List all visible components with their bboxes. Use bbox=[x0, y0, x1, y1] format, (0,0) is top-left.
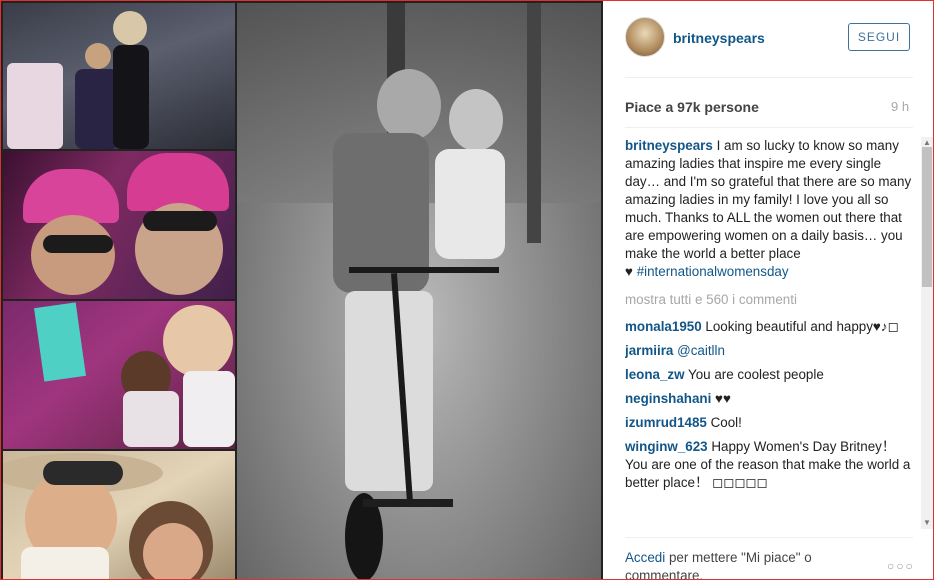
comment-text: ♥♥ bbox=[715, 391, 731, 406]
comment-username[interactable]: izumrud1485 bbox=[625, 415, 707, 430]
scroll-down-icon[interactable]: ▼ bbox=[923, 518, 931, 527]
comment-text[interactable]: @caitlln bbox=[677, 343, 725, 358]
comment-username[interactable]: winginw_623 bbox=[625, 439, 708, 454]
comment-item: neginshahani ♥♥ bbox=[625, 390, 919, 408]
scroll-up-icon[interactable]: ▲ bbox=[923, 138, 931, 147]
divider bbox=[625, 77, 913, 78]
post-username[interactable]: britneyspears bbox=[673, 30, 765, 46]
collage-photo-sunhat bbox=[3, 451, 235, 579]
comment-username[interactable]: monala1950 bbox=[625, 319, 702, 334]
view-all-comments-link[interactable]: mostra tutti e 560 i commenti bbox=[625, 291, 919, 309]
comment-item: jarmiira @caitlln bbox=[625, 342, 919, 360]
caption-text: I am so lucky to know so many amazing la… bbox=[625, 138, 912, 261]
divider bbox=[625, 127, 913, 128]
post-photo-collage[interactable] bbox=[1, 1, 603, 579]
post-sidebar: britneyspears SEGUI Piace a 97k persone … bbox=[603, 1, 933, 579]
post-timestamp[interactable]: 9 h bbox=[891, 99, 909, 114]
post-header: britneyspears SEGUI bbox=[625, 17, 915, 61]
comment-username[interactable]: jarmiira bbox=[625, 343, 673, 358]
likes-count[interactable]: Piace a 97k persone bbox=[625, 99, 759, 115]
follow-button[interactable]: SEGUI bbox=[848, 23, 910, 51]
comments-list[interactable]: britneyspears I am so lucky to know so m… bbox=[625, 137, 919, 529]
comment-item: winginw_623 Happy Women's Day Britney！ Y… bbox=[625, 438, 919, 492]
comment-username[interactable]: neginshahani bbox=[625, 391, 711, 406]
heart-icon: ♥ bbox=[625, 264, 633, 279]
comment-item: izumrud1485 Cool! bbox=[625, 414, 919, 432]
comment-item: monala1950 Looking beautiful and happy♥♪… bbox=[625, 318, 919, 336]
avatar[interactable] bbox=[625, 17, 665, 57]
caption: britneyspears I am so lucky to know so m… bbox=[625, 137, 919, 281]
divider bbox=[625, 537, 913, 538]
more-options-icon[interactable]: ○○○ bbox=[887, 559, 915, 573]
comment-text: Looking beautiful and happy♥♪◻ bbox=[705, 319, 899, 334]
comment-item: leona_zw You are coolest people bbox=[625, 366, 919, 384]
scrollbar-thumb[interactable] bbox=[922, 147, 932, 287]
caption-username[interactable]: britneyspears bbox=[625, 138, 713, 153]
comment-text: Cool! bbox=[710, 415, 742, 430]
collage-photo-beanies bbox=[3, 151, 235, 299]
hashtag-link[interactable]: #internationalwomensday bbox=[637, 264, 789, 279]
main-photo-scooter bbox=[237, 3, 601, 579]
login-prompt: Accedi per mettere "Mi piace" o commenta… bbox=[625, 549, 865, 579]
login-link[interactable]: Accedi bbox=[625, 550, 665, 565]
comment-username[interactable]: leona_zw bbox=[625, 367, 685, 382]
collage-photo-ride bbox=[3, 301, 235, 449]
instagram-post-window: britneyspears SEGUI Piace a 97k persone … bbox=[0, 0, 934, 580]
comment-text: You are coolest people bbox=[688, 367, 824, 382]
collage-photo-night bbox=[3, 3, 235, 149]
comments-scrollbar[interactable]: ▲ ▼ bbox=[921, 137, 933, 529]
